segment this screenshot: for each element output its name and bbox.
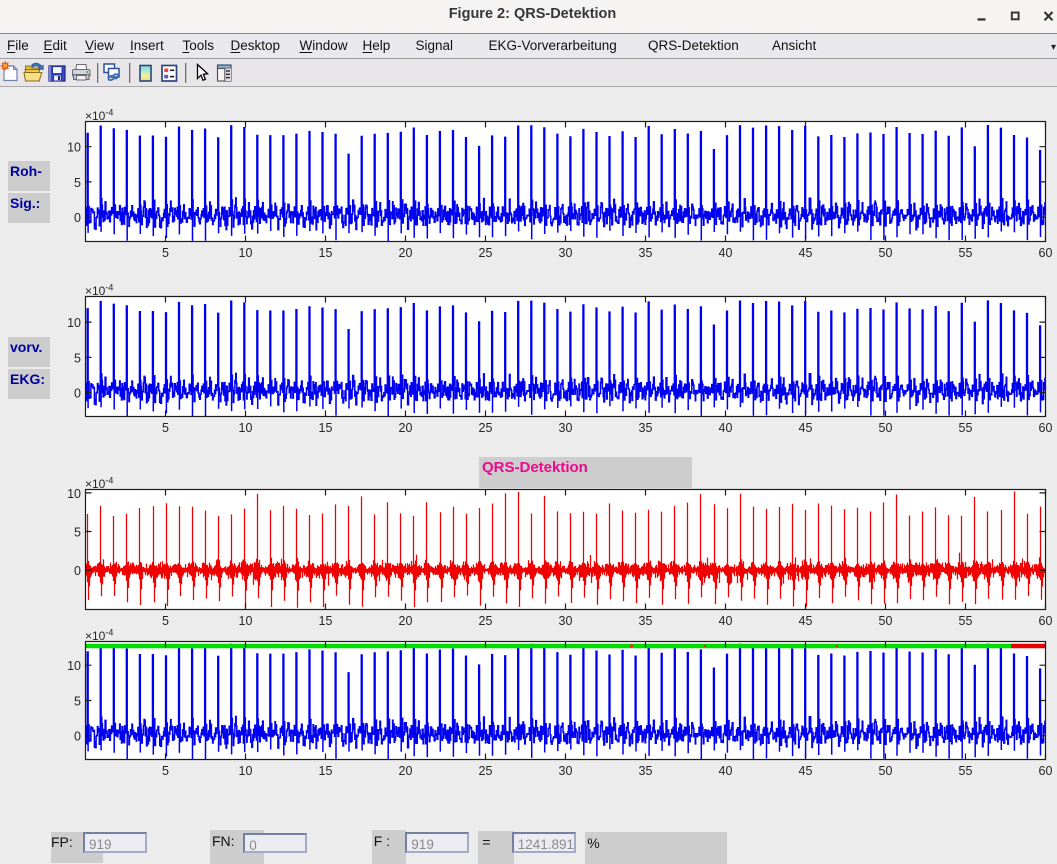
svg-text:25: 25 [479,614,493,628]
svg-text:55: 55 [959,246,973,260]
svg-text:35: 35 [639,614,653,628]
svg-text:30: 30 [559,764,573,778]
svg-text:55: 55 [959,764,973,778]
svg-text:0: 0 [74,564,81,578]
svg-text:45: 45 [799,764,813,778]
svg-text:30: 30 [559,421,573,435]
svg-text:×10-4: ×10-4 [85,283,113,299]
svg-text:45: 45 [799,246,813,260]
svg-text:10: 10 [239,421,253,435]
svg-text:50: 50 [879,614,893,628]
svg-text:30: 30 [559,614,573,628]
svg-text:25: 25 [479,246,493,260]
svg-text:0: 0 [74,387,81,401]
svg-text:35: 35 [639,764,653,778]
svg-text:40: 40 [719,246,733,260]
svg-text:×10-4: ×10-4 [85,476,113,492]
svg-text:45: 45 [799,614,813,628]
svg-text:×10-4: ×10-4 [85,108,113,124]
svg-text:10: 10 [67,316,81,330]
svg-text:5: 5 [74,176,81,190]
svg-text:10: 10 [67,659,81,673]
svg-text:25: 25 [479,764,493,778]
svg-text:45: 45 [799,421,813,435]
svg-text:20: 20 [399,764,413,778]
svg-text:5: 5 [162,614,169,628]
svg-text:60: 60 [1039,246,1053,260]
svg-text:10: 10 [67,487,81,501]
svg-text:15: 15 [319,764,333,778]
svg-text:5: 5 [74,526,81,540]
svg-text:5: 5 [162,421,169,435]
svg-text:5: 5 [74,351,81,365]
svg-text:5: 5 [74,695,81,709]
svg-text:10: 10 [239,764,253,778]
svg-text:15: 15 [319,246,333,260]
svg-text:20: 20 [399,246,413,260]
svg-text:60: 60 [1039,614,1053,628]
svg-text:25: 25 [479,421,493,435]
svg-text:0: 0 [74,730,81,744]
svg-text:10: 10 [239,246,253,260]
svg-text:×10-4: ×10-4 [85,628,113,644]
svg-text:35: 35 [639,421,653,435]
svg-text:20: 20 [399,421,413,435]
svg-text:60: 60 [1039,764,1053,778]
svg-text:30: 30 [559,246,573,260]
svg-text:55: 55 [959,421,973,435]
svg-text:50: 50 [879,764,893,778]
svg-text:50: 50 [879,246,893,260]
svg-text:50: 50 [879,421,893,435]
svg-text:55: 55 [959,614,973,628]
svg-text:60: 60 [1039,421,1053,435]
svg-text:35: 35 [639,246,653,260]
svg-text:15: 15 [319,421,333,435]
svg-text:5: 5 [162,764,169,778]
svg-text:20: 20 [399,614,413,628]
svg-text:5: 5 [162,246,169,260]
svg-text:40: 40 [719,614,733,628]
svg-text:10: 10 [67,141,81,155]
svg-text:10: 10 [239,614,253,628]
svg-text:40: 40 [719,421,733,435]
svg-text:15: 15 [319,614,333,628]
svg-text:40: 40 [719,764,733,778]
svg-text:0: 0 [74,211,81,225]
